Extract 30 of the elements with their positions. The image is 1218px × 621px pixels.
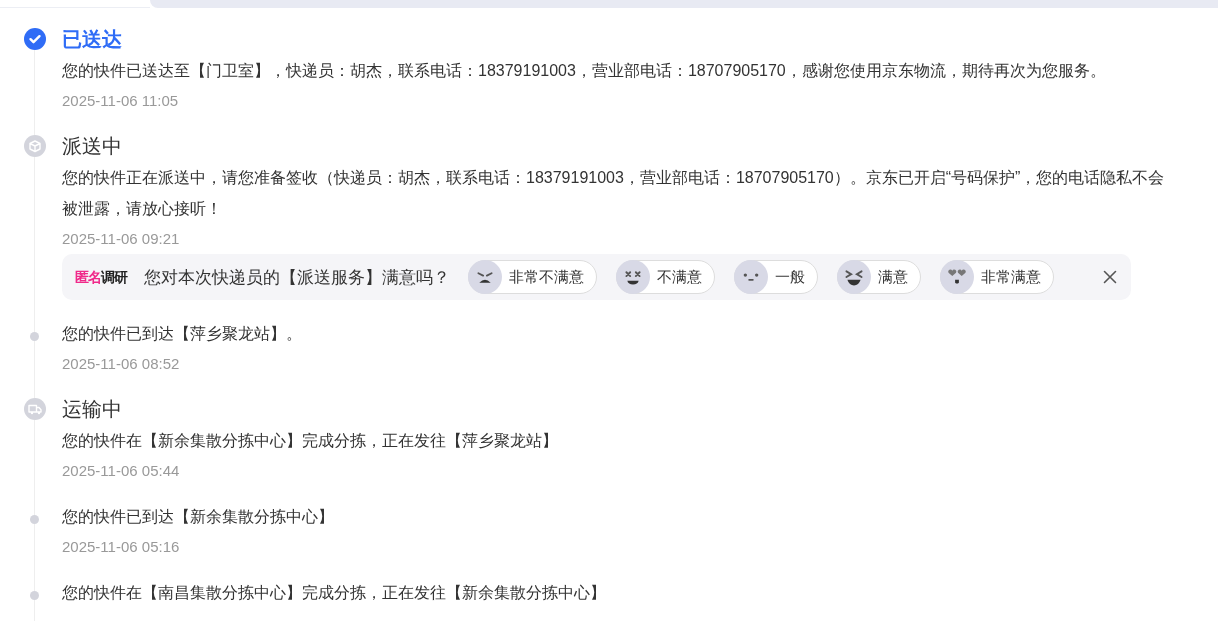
- rating-option[interactable]: 非常不满意: [468, 260, 597, 294]
- check-icon: [24, 28, 46, 50]
- status-title: 派送中: [62, 134, 123, 159]
- status-title: 运输中: [62, 397, 123, 422]
- rating-option[interactable]: 一般: [734, 260, 818, 294]
- event-time: 2025-11-06 11:05: [62, 91, 180, 111]
- event-text: 您的快件已到达【新余集散分拣中心】: [62, 507, 335, 527]
- angry-face-icon: [468, 260, 502, 294]
- event-text: 您的快件在【南昌集散分拣中心】完成分拣，正在发往【新余集散分拣中心】: [62, 583, 607, 603]
- event-time: 2025-11-06 05:16: [62, 537, 181, 557]
- survey-logo: 匿名调研: [75, 267, 127, 287]
- event-time: 2025-11-06 05:44: [62, 461, 181, 481]
- event-text: 您的快件正在派送中，请您准备签收（快递员：胡杰，联系电话：18379191003，营业部电话：18707905170）。京东已开启“号码保护”，您的电话隐私不会被泄露，请放心接听！: [62, 168, 1166, 219]
- neutral-face-icon: [734, 260, 768, 294]
- rating-option[interactable]: 满意: [837, 260, 921, 294]
- status-title: 已送达: [62, 27, 123, 52]
- event-text: 您的快件已到达【萍乡聚龙站】。: [62, 324, 303, 344]
- heart-eyes-face-icon: [940, 260, 974, 294]
- event-text: 您的快件在【新余集散分拣中心】完成分拣，正在发往【萍乡聚龙站】: [62, 431, 559, 451]
- event-time: 2025-11-06 08:52: [62, 354, 181, 374]
- package-icon: [24, 135, 46, 157]
- rating-option[interactable]: 不满意: [616, 260, 715, 294]
- close-icon[interactable]: [1103, 270, 1117, 284]
- event-time: 2025-11-06 09:21: [62, 229, 181, 249]
- truck-icon: [24, 398, 46, 420]
- laughing-face-icon: [837, 260, 871, 294]
- rating-option[interactable]: 非常满意: [940, 260, 1054, 294]
- event-text: 您的快件已送达至【门卫室】，快递员：胡杰，联系电话：18379191003，营业部电话：18707905170，感谢您使用京东物流，期待再次为您服务。: [62, 61, 1107, 81]
- dizzy-face-icon: [616, 260, 650, 294]
- survey-question: 您对本次快递员的【派送服务】满意吗？: [144, 266, 450, 288]
